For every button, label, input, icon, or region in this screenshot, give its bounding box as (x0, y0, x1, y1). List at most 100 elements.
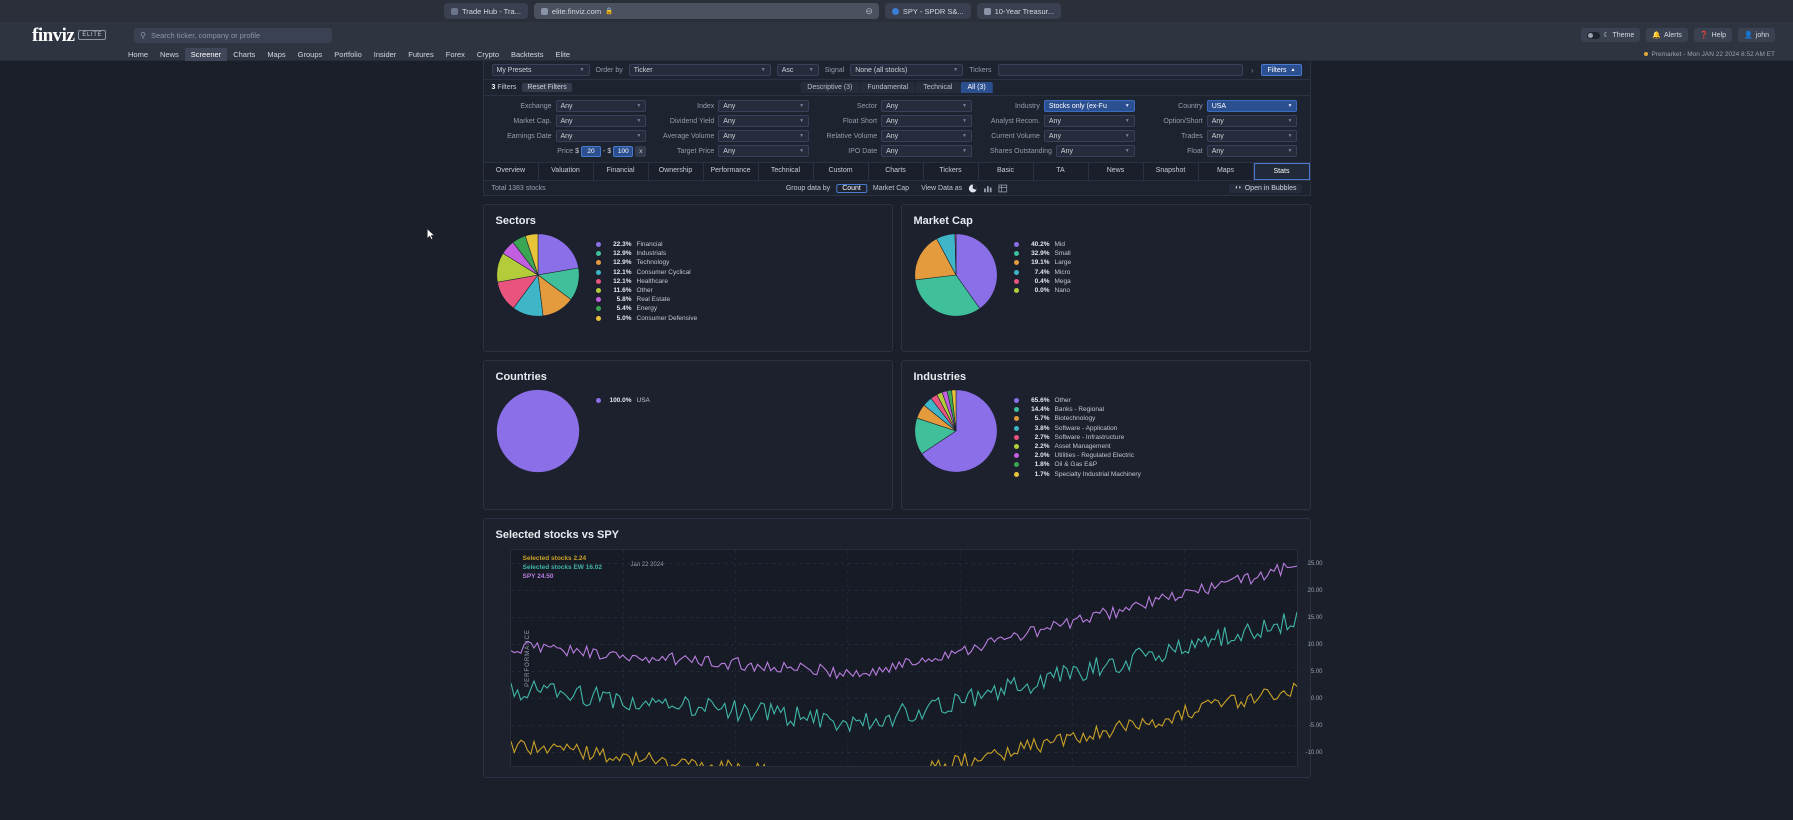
legend-item[interactable]: 5.7% Biotechnology (1013, 415, 1141, 422)
filter-select[interactable]: Any ▼ (718, 145, 810, 157)
filter-select[interactable]: Any ▼ (1206, 130, 1298, 142)
minus-circle-icon[interactable]: ⊖ (865, 6, 873, 17)
theme-toggle[interactable]: ☾ Theme (1581, 28, 1641, 42)
tab-custom[interactable]: Custom (814, 163, 869, 180)
bar-chart-icon[interactable] (983, 184, 992, 193)
nav-item-crypto[interactable]: Crypto (471, 48, 505, 61)
filter-select[interactable]: Any ▼ (1206, 145, 1298, 157)
group-by-marketcap-button[interactable]: Market Cap (873, 185, 909, 192)
nav-item-home[interactable]: Home (122, 48, 154, 61)
nav-item-insider[interactable]: Insider (368, 48, 403, 61)
nav-item-futures[interactable]: Futures (402, 48, 439, 61)
filter-select[interactable]: Any ▼ (718, 130, 810, 142)
filter-select[interactable]: Any ▼ (881, 100, 972, 112)
legend-item[interactable]: 19.1% Large (1013, 259, 1071, 266)
tab-ta[interactable]: TA (1034, 163, 1089, 180)
legend-item[interactable]: 0.0% Nano (1013, 287, 1072, 294)
user-menu[interactable]: 👤 john (1738, 28, 1775, 42)
browser-tab[interactable]: Trade Hub - Tra... (444, 3, 528, 19)
filter-select[interactable]: USA ▼ (1206, 100, 1298, 112)
signal-select[interactable]: None (all stocks) ▼ (850, 64, 964, 76)
nav-item-forex[interactable]: Forex (440, 48, 471, 61)
filter-select[interactable]: Any ▼ (718, 115, 810, 127)
pie-chart-icon[interactable] (968, 184, 977, 193)
legend-item[interactable]: 22.3% Financial (595, 241, 698, 248)
legend-item[interactable]: 2.7% Software - Infrastructure (1013, 434, 1141, 441)
nav-item-news[interactable]: News (154, 48, 185, 61)
filter-select[interactable]: Any ▼ (1206, 115, 1298, 127)
filter-select[interactable]: Any ▼ (1055, 145, 1135, 157)
order-by-select[interactable]: Ticker ▼ (628, 64, 771, 76)
price-max-input[interactable]: 100 (613, 145, 634, 157)
presets-select[interactable]: My Presets ▼ (491, 64, 590, 76)
filter-select[interactable]: Any ▼ (881, 115, 972, 127)
legend-item[interactable]: 2.2% Asset Management (1013, 443, 1141, 450)
legend-item[interactable]: 2.0% Utilities - Regulated Electric (1013, 452, 1141, 459)
legend-item[interactable]: 12.1% Consumer Cyclical (595, 269, 698, 276)
filter-select[interactable]: Any ▼ (555, 115, 647, 127)
legend-item[interactable]: 1.8% Oil & Gas E&P (1013, 461, 1141, 468)
open-in-bubbles-button[interactable]: ◖◗ Open in Bubbles (1229, 183, 1302, 193)
tab-performance[interactable]: Performance (704, 163, 759, 180)
filters-button[interactable]: Filters ▲ (1261, 64, 1302, 76)
tab-financial[interactable]: Financial (594, 163, 649, 180)
legend-item[interactable]: 32.9% Small (1013, 250, 1072, 257)
legend-item[interactable]: 40.2% Mid (1013, 241, 1072, 248)
tab-snapshot[interactable]: Snapshot (1144, 163, 1199, 180)
legend-item[interactable]: 12.9% Industrials (595, 250, 698, 257)
nav-item-portfolio[interactable]: Portfolio (328, 48, 368, 61)
legend-item[interactable]: 3.8% Software - Application (1013, 425, 1141, 432)
browser-tab[interactable]: SPY - SPDR S&... (884, 3, 971, 19)
tab-basic[interactable]: Basic (979, 163, 1034, 180)
legend-item[interactable]: 14.4% Banks - Regional (1013, 406, 1141, 413)
tab-all[interactable]: All (3) (960, 82, 993, 93)
search-input[interactable]: ⚲ Search ticker, company or profile (134, 27, 333, 43)
legend-item[interactable]: 0.4% Mega (1013, 278, 1072, 285)
tab-maps[interactable]: Maps (1199, 163, 1254, 180)
legend-item[interactable]: 7.4% Micro (1013, 269, 1072, 276)
tab-technical[interactable]: Technical (916, 82, 960, 93)
tickers-input[interactable] (997, 64, 1243, 76)
group-by-count-button[interactable]: Count (836, 183, 867, 193)
logo[interactable]: finviz ELITE (32, 26, 107, 45)
legend-item[interactable]: 12.1% Healthcare (595, 278, 698, 285)
nav-item-backtests[interactable]: Backtests (505, 48, 550, 61)
nav-item-screener[interactable]: Screener (184, 47, 228, 61)
filter-select[interactable]: Any ▼ (1043, 130, 1135, 142)
table-icon[interactable] (998, 184, 1008, 193)
nav-item-groups[interactable]: Groups (292, 48, 329, 61)
legend-item[interactable]: 1.7% Specialty Industrial Machinery (1013, 471, 1141, 478)
tab-stats[interactable]: Stats (1253, 163, 1310, 180)
tab-technical[interactable]: Technical (759, 163, 814, 180)
clear-price-filter-icon[interactable]: x (635, 145, 647, 157)
sort-direction-select[interactable]: Asc ▼ (776, 64, 819, 76)
legend-item[interactable]: 65.6% Other (1013, 397, 1141, 404)
filter-select[interactable]: Any ▼ (1043, 115, 1135, 127)
filter-select[interactable]: Any ▼ (555, 130, 647, 142)
help-button[interactable]: ❓ Help (1693, 28, 1733, 42)
alerts-button[interactable]: 🔔 Alerts (1646, 28, 1688, 42)
tab-valuation[interactable]: Valuation (539, 163, 594, 180)
filter-select[interactable]: Any ▼ (555, 100, 647, 112)
tab-news[interactable]: News (1089, 163, 1144, 180)
tab-fundamental[interactable]: Fundamental (860, 82, 916, 93)
browser-tab[interactable]: 10-Year Treasur... (976, 3, 1061, 19)
filter-select[interactable]: Any ▼ (881, 130, 972, 142)
filter-select[interactable]: Any ▼ (718, 100, 810, 112)
filter-select[interactable]: Any ▼ (881, 145, 972, 157)
nav-item-charts[interactable]: Charts (227, 48, 261, 61)
legend-item[interactable]: 5.0% Consumer Defensive (595, 315, 697, 322)
legend-item[interactable]: 11.6% Other (595, 287, 698, 294)
tab-overview[interactable]: Overview (484, 163, 539, 180)
legend-item[interactable]: 12.9% Technology (595, 259, 698, 266)
browser-address-bar[interactable]: elite.finviz.com 🔒 ⊖ (533, 3, 879, 19)
reset-filters-button[interactable]: Reset Filters (522, 83, 572, 92)
expand-tickers-icon[interactable]: › (1249, 66, 1256, 75)
nav-item-maps[interactable]: Maps (261, 48, 291, 61)
tab-charts[interactable]: Charts (869, 163, 924, 180)
performance-plot[interactable]: PERFORMANCE Selected stocks 2.24 Selecte… (509, 549, 1323, 767)
tab-tickers[interactable]: Tickers (924, 163, 979, 180)
legend-item[interactable]: 100.0% USA (595, 397, 650, 404)
legend-item[interactable]: 5.8% Real Estate (595, 296, 698, 303)
filter-select[interactable]: Stocks only (ex-Fu ▼ (1043, 100, 1135, 112)
